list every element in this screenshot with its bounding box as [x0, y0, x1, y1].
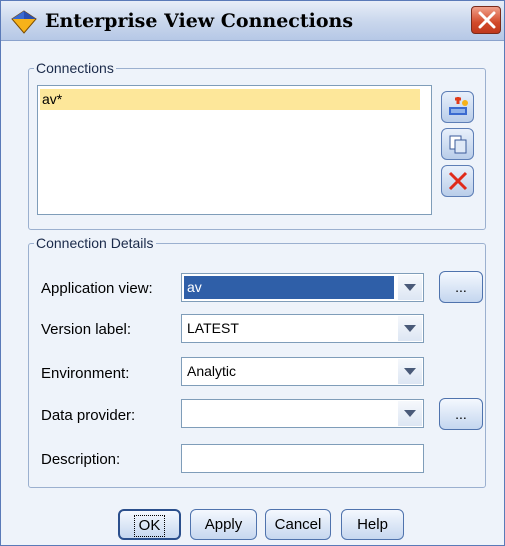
- apply-button[interactable]: Apply: [190, 509, 257, 540]
- connection-item-av[interactable]: av*: [40, 89, 420, 110]
- ok-button-label: OK: [133, 515, 166, 537]
- environment-select[interactable]: Analytic: [181, 357, 424, 386]
- application-view-label: Application view:: [41, 280, 153, 297]
- app-diamond-icon: [11, 10, 37, 34]
- delete-connection-button[interactable]: [441, 165, 474, 197]
- environment-label: Environment:: [41, 365, 130, 382]
- version-label-label: Version label:: [41, 321, 132, 338]
- title-bar[interactable]: Enterprise View Connections: [1, 1, 504, 41]
- help-button[interactable]: Help: [341, 509, 404, 540]
- description-label: Description:: [41, 451, 121, 468]
- dialog-window: Enterprise View Connections Connections …: [0, 0, 505, 546]
- close-button[interactable]: [471, 6, 501, 34]
- version-label-select[interactable]: LATEST: [181, 314, 424, 343]
- application-view-select[interactable]: av: [181, 273, 424, 302]
- close-icon: [478, 11, 496, 29]
- connections-list[interactable]: av*: [37, 85, 432, 215]
- data-provider-value: [184, 402, 394, 425]
- delete-icon: [448, 171, 468, 191]
- chevron-down-icon[interactable]: [398, 359, 422, 384]
- chevron-down-icon[interactable]: [398, 316, 422, 341]
- connections-legend: Connections: [34, 60, 116, 76]
- data-provider-label: Data provider:: [41, 407, 136, 424]
- application-view-value: av: [184, 276, 394, 299]
- cancel-button[interactable]: Cancel: [265, 509, 331, 540]
- version-label-value: LATEST: [187, 320, 239, 336]
- browse-application-view-button[interactable]: ...: [439, 271, 483, 303]
- add-connection-button[interactable]: [441, 91, 474, 123]
- copy-icon: [449, 135, 467, 154]
- data-provider-select[interactable]: [181, 399, 424, 428]
- browse-data-provider-button[interactable]: ...: [439, 398, 483, 430]
- window-title: Enterprise View Connections: [45, 10, 354, 32]
- chevron-down-icon[interactable]: [398, 401, 422, 426]
- copy-connection-button[interactable]: [441, 128, 474, 160]
- chevron-down-icon[interactable]: [398, 275, 422, 300]
- connection-details-legend: Connection Details: [34, 235, 156, 251]
- description-field[interactable]: [181, 444, 424, 473]
- add-connection-icon: [449, 97, 468, 115]
- ok-button[interactable]: OK: [118, 509, 181, 540]
- environment-value: Analytic: [187, 363, 237, 379]
